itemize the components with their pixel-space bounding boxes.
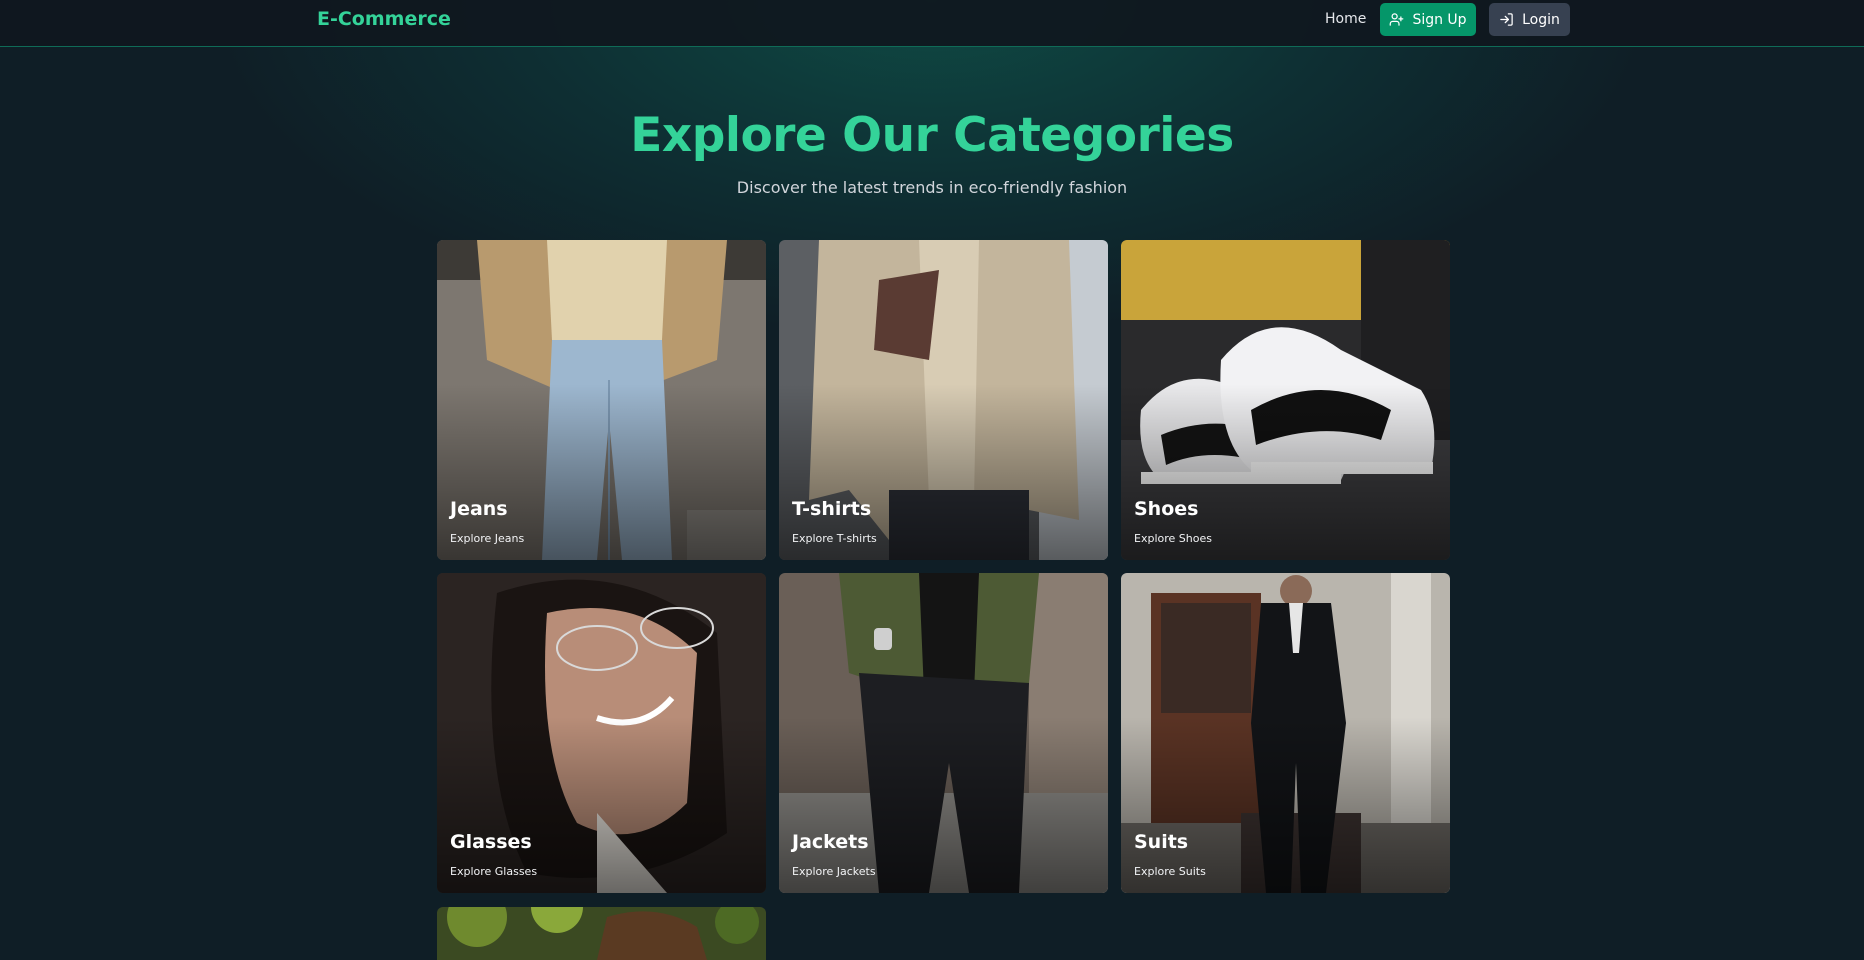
category-subtitle: Explore Jeans <box>450 532 525 545</box>
user-plus-icon <box>1390 13 1404 26</box>
category-title: T-shirts <box>792 498 872 520</box>
login-label: Login <box>1522 11 1560 28</box>
category-card-partial[interactable] <box>437 907 766 960</box>
category-title: Suits <box>1134 831 1189 853</box>
category-subtitle: Explore Jackets <box>792 865 876 878</box>
category-title: Jeans <box>450 498 508 520</box>
brand-logo[interactable]: E-Commerce <box>317 8 451 30</box>
category-card-glasses[interactable]: Glasses Explore Glasses <box>437 573 766 893</box>
signup-button[interactable]: Sign Up <box>1380 3 1476 36</box>
category-subtitle: Explore T-shirts <box>792 532 877 545</box>
page-subtitle: Discover the latest trends in eco-friend… <box>736 178 1128 197</box>
page-title: Explore Our Categories <box>630 108 1234 163</box>
category-card-shoes[interactable]: Shoes Explore Shoes <box>1121 240 1450 560</box>
log-in-icon <box>1500 13 1513 26</box>
nav-home-link[interactable]: Home <box>1325 11 1366 27</box>
category-title: Jackets <box>792 831 869 853</box>
category-card-tshirts[interactable]: T-shirts Explore T-shirts <box>779 240 1108 560</box>
navbar: E-Commerce Home Sign Up Login <box>0 0 1864 47</box>
category-subtitle: Explore Suits <box>1134 865 1206 878</box>
category-title: Shoes <box>1134 498 1199 520</box>
category-title: Glasses <box>450 831 532 853</box>
signup-label: Sign Up <box>1412 11 1467 28</box>
category-subtitle: Explore Glasses <box>450 865 538 878</box>
partial-card-photo <box>437 907 766 960</box>
category-card-jackets[interactable]: Jackets Explore Jackets <box>779 573 1108 893</box>
login-button[interactable]: Login <box>1489 3 1570 36</box>
category-subtitle: Explore Shoes <box>1134 532 1212 545</box>
category-card-jeans[interactable]: Jeans Explore Jeans <box>437 240 766 560</box>
category-card-suits[interactable]: Suits Explore Suits <box>1121 573 1450 893</box>
